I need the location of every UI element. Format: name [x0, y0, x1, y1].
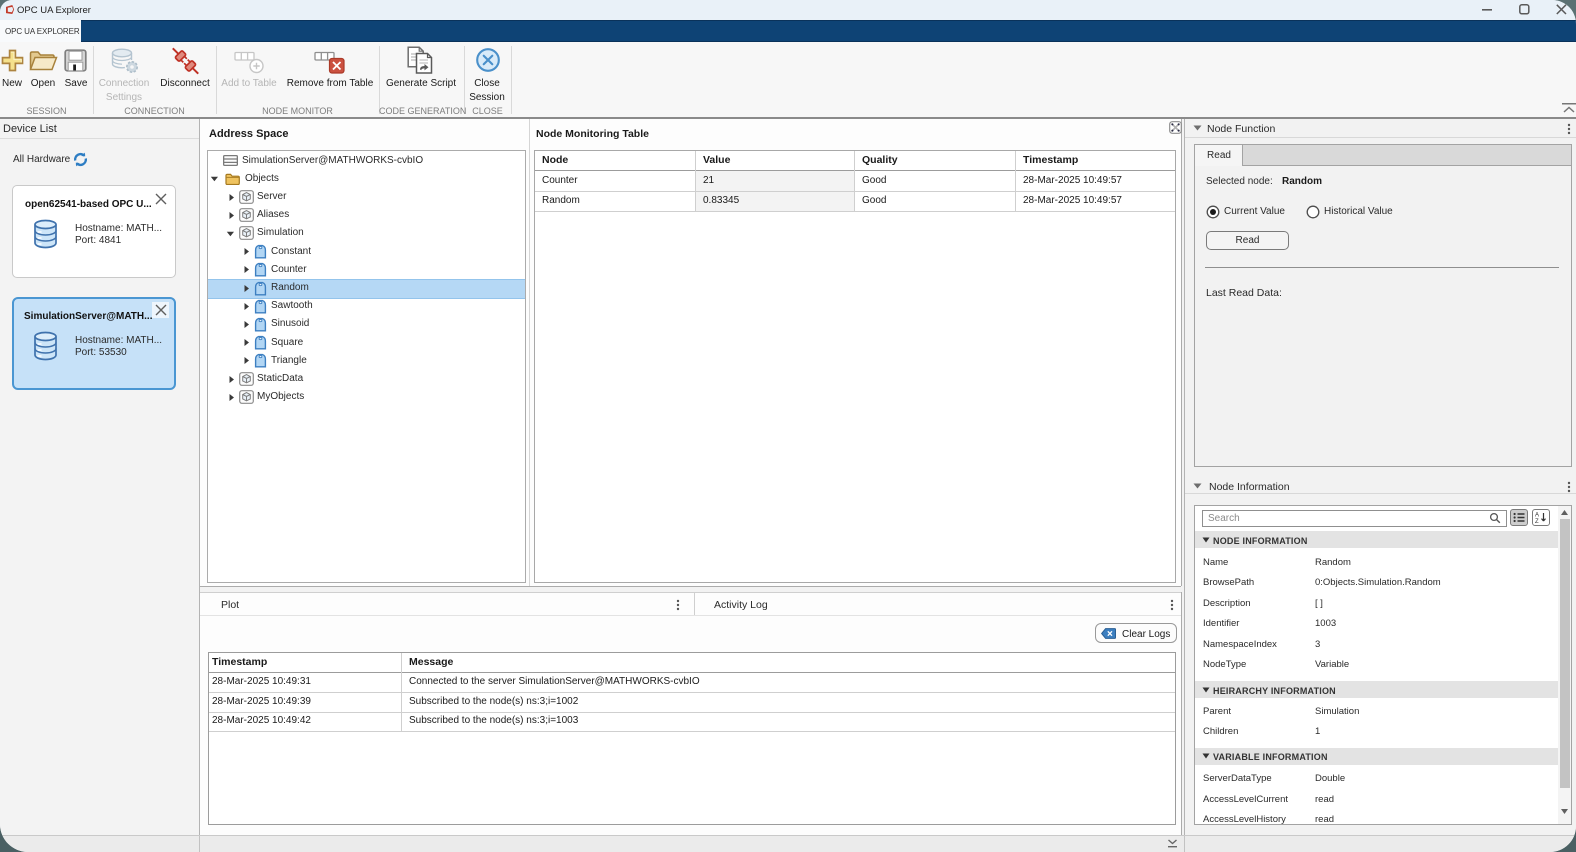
svg-text:A: A	[1535, 513, 1539, 519]
svg-text:Z: Z	[1535, 519, 1539, 524]
